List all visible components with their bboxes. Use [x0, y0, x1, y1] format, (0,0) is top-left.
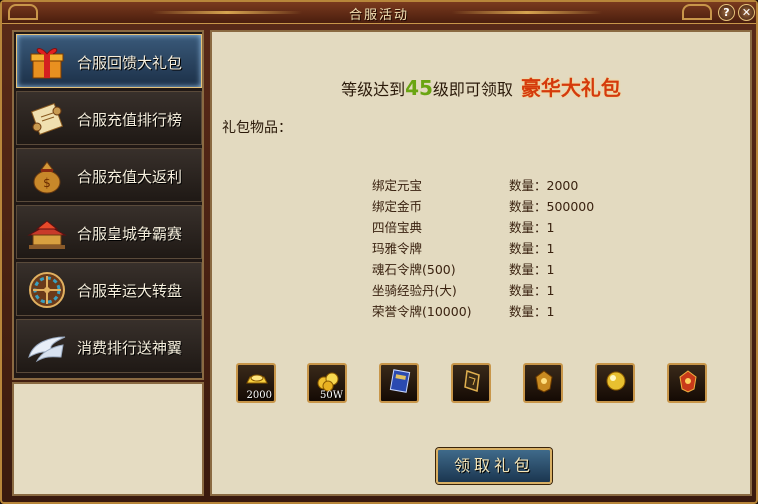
claim-gift-button[interactable]: 领取礼包 [436, 448, 552, 484]
svg-text:$: $ [43, 176, 51, 190]
item-quantity: 数量：2000 [509, 178, 579, 193]
scroll-icon [23, 98, 71, 140]
item-slot-quad-book[interactable] [379, 363, 419, 403]
item-slot-gold-coins[interactable]: 50W [307, 363, 347, 403]
sidebar-item-label: 合服充值大返利 [77, 168, 183, 186]
item-slot-soul-stone-token[interactable] [523, 363, 563, 403]
item-quantity: 数量：1 [509, 262, 555, 277]
gift-box-icon [23, 41, 71, 83]
item-quantity: 数量：1 [509, 220, 555, 235]
gift-items-label: 礼包物品： [222, 120, 292, 136]
palace-icon [23, 212, 71, 254]
item-name: 魂石令牌(500) [372, 262, 456, 277]
item-name: 绑定金币 [372, 199, 423, 214]
list-item: 绑定元宝 数量：2000 [372, 175, 672, 196]
event-sidebar: 合服回馈大礼包 合服充值排行榜 $ 合服充值大返利 合服皇城争霸赛 合服幸运大转… [12, 30, 204, 380]
book-icon [389, 369, 411, 393]
item-name: 绑定元宝 [372, 178, 423, 193]
item-name: 坐骑经验丹(大) [372, 283, 457, 298]
title-bar: 合服活动 ? ✕ [2, 2, 756, 24]
money-bag-icon: $ [23, 155, 71, 197]
list-item: 魂石令牌(500) 数量：1 [372, 259, 672, 280]
sidebar-item-recharge-rebate[interactable]: $ 合服充值大返利 [16, 148, 202, 202]
gift-icon-row: 2000 50W [236, 363, 736, 403]
item-quantity: 数量：1 [509, 241, 555, 256]
maya-token-icon [464, 369, 480, 393]
gift-item-list: 绑定元宝 数量：2000 绑定金币 数量：500000 四倍宝典 数量：1 玛雅令牌数… [372, 175, 672, 322]
sidebar-item-lucky-wheel[interactable]: 合服幸运大转盘 [16, 262, 202, 316]
item-slot-gold-ingot[interactable]: 2000 [236, 363, 276, 403]
item-slot-mount-exp-pill[interactable] [595, 363, 635, 403]
title-line-right [452, 11, 602, 14]
sidebar-item-recharge-rank[interactable]: 合服充值排行榜 [16, 91, 202, 145]
item-name: 荣誉令牌(10000) [372, 304, 472, 319]
title-ornament-right [682, 4, 712, 20]
gift-detail-panel: 等级达到45级即可领取 豪华大礼包 礼包物品： 绑定元宝 数量：2000 绑定金币数… [210, 30, 752, 496]
item-name: 四倍宝典 [372, 220, 423, 235]
item-quantity: 数量：1 [509, 304, 555, 319]
list-item: 绑定金币 数量：500000 [372, 196, 672, 217]
sidebar-item-label: 合服回馈大礼包 [77, 54, 183, 72]
gift-requirement-headline: 等级达到45级即可领取 豪华大礼包 [212, 72, 750, 101]
item-quantity: 数量：1 [509, 283, 555, 298]
list-item: 荣誉令牌(10000) 数量：1 [372, 301, 672, 322]
sidebar-item-consumption-wings[interactable]: 消费排行送神翼 [16, 319, 202, 373]
event-window: 合服活动 ? ✕ 合服回馈大礼包 合服充值排行榜 $ 合服充值大返利 合服皇城争… [0, 0, 758, 504]
sidebar-item-label: 合服幸运大转盘 [77, 282, 183, 300]
wheel-icon [23, 269, 71, 311]
list-item: 坐骑经验丹(大) 数量：1 [372, 280, 672, 301]
wings-icon [23, 326, 71, 368]
gift-name: 豪华大礼包 [520, 76, 621, 100]
required-level: 45 [405, 76, 433, 100]
headline-prefix: 等级达到 [341, 80, 406, 99]
list-item: 玛雅令牌 数量：1 [372, 238, 672, 259]
sidebar-item-label: 合服皇城争霸赛 [77, 225, 183, 243]
sidebar-empty-panel [12, 382, 204, 496]
item-name: 玛雅令牌 [372, 241, 423, 256]
sidebar-item-return-gift[interactable]: 合服回馈大礼包 [16, 34, 202, 88]
item-quantity: 数量：500000 [509, 199, 595, 214]
item-slot-maya-token[interactable] [451, 363, 491, 403]
slot-count: 50W [319, 390, 343, 401]
sidebar-item-city-battle[interactable]: 合服皇城争霸赛 [16, 205, 202, 259]
close-button[interactable]: ✕ [738, 4, 755, 21]
honor-token-icon [679, 370, 697, 393]
help-button[interactable]: ? [718, 4, 735, 21]
pearl-icon [606, 371, 626, 391]
headline-suffix: 级即可领取 [432, 80, 513, 99]
item-slot-honor-token[interactable] [667, 363, 707, 403]
sidebar-item-label: 合服充值排行榜 [77, 111, 183, 129]
window-title: 合服活动 [348, 8, 409, 23]
sidebar-item-label: 消费排行送神翼 [77, 339, 183, 357]
soul-stone-token-icon [535, 370, 553, 393]
list-item: 四倍宝典 数量：1 [372, 217, 672, 238]
slot-count: 2000 [246, 390, 272, 401]
